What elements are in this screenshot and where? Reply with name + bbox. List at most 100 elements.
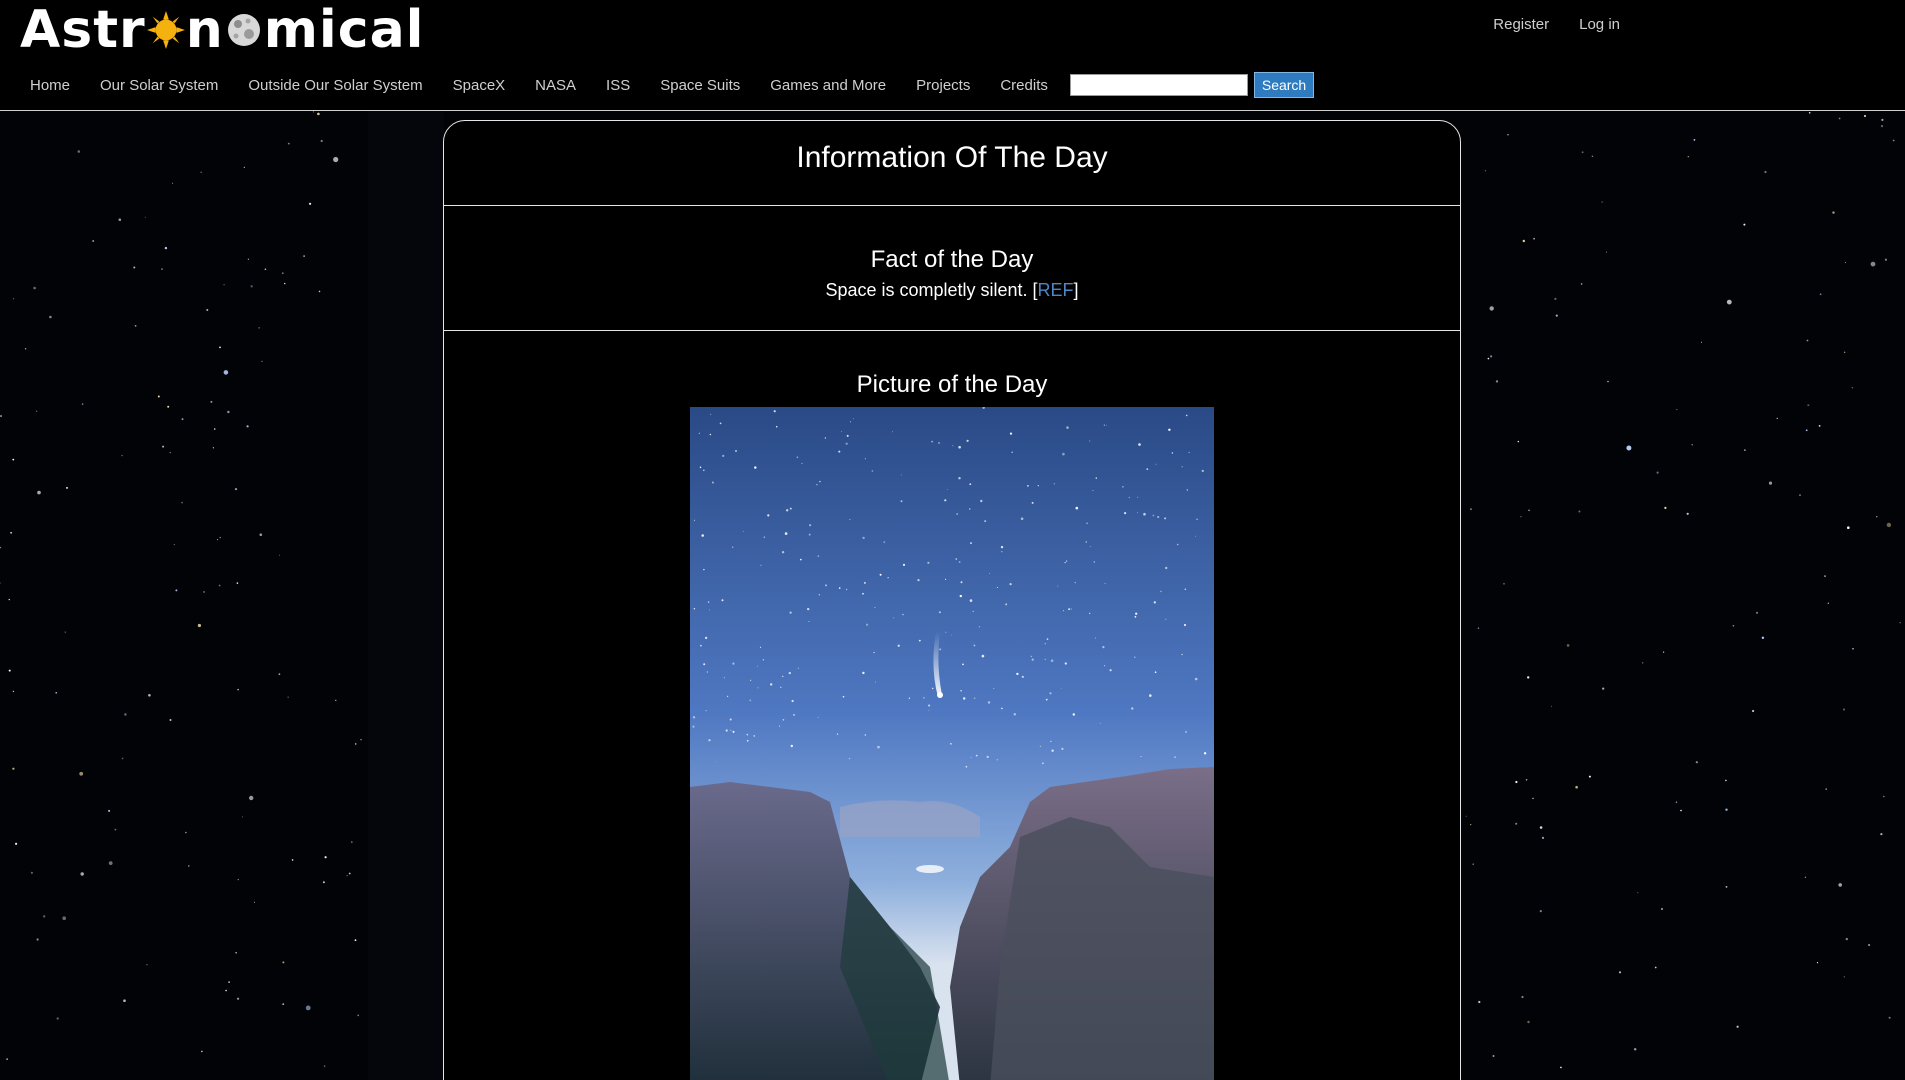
nav-item-credits[interactable]: Credits [988,77,1060,94]
sky-star [800,558,802,561]
star [217,539,219,541]
sky-star [1137,496,1139,498]
sky-star [825,584,827,587]
sky-star [732,662,735,665]
nav-item-iss[interactable]: ISS [594,77,642,94]
nav-item-games-and-more[interactable]: Games and More [758,77,898,94]
sky-star [1131,707,1134,710]
star [1686,512,1689,515]
star [169,719,172,721]
star [1521,995,1524,999]
star [1539,910,1542,913]
star [6,1058,8,1060]
site-logo[interactable]: Astr n mical [20,0,424,60]
sky-star [842,695,845,698]
star [79,771,84,776]
star [1818,425,1821,427]
star [0,582,1,584]
star [223,284,225,286]
sky-star [850,421,851,423]
star [1886,522,1892,528]
sky-star [1060,688,1062,689]
sky-star [846,434,849,437]
login-link[interactable]: Log in [1579,16,1620,33]
star [278,673,281,676]
sky-star [782,719,785,721]
star [181,418,184,421]
star [1581,151,1584,154]
nav-item-nasa[interactable]: NASA [523,77,588,94]
search-button[interactable]: Search [1253,72,1315,98]
star [346,875,348,877]
star [284,282,286,285]
star [37,490,41,495]
star [261,360,263,362]
star [1637,892,1639,894]
sky-star [996,587,998,588]
sky-star [1152,514,1155,517]
sky-star [877,745,880,749]
sky-star [786,509,789,512]
star [148,694,151,697]
sky-star [746,739,749,742]
star [92,240,95,242]
sky-star [793,713,795,716]
register-link[interactable]: Register [1493,16,1549,33]
star [1527,1020,1530,1024]
sky-star [1146,468,1149,470]
sky-star [1049,692,1052,695]
nav-item-space-suits[interactable]: Space Suits [648,77,752,94]
star [62,916,66,920]
sky-star [871,470,874,472]
sky-star [790,744,793,748]
nav-item-home[interactable]: Home [18,77,82,94]
star [1470,824,1472,826]
star [1656,471,1659,474]
sky-star [773,410,776,413]
star [1868,943,1871,947]
sky-star [1135,612,1138,615]
star [210,400,213,403]
sky-star [950,634,952,636]
account-links: Register Log in [1493,16,1620,33]
star [1844,261,1846,264]
sky-star [757,687,759,689]
sky-star [972,610,974,612]
star [114,828,117,831]
sky-star [711,481,714,484]
sky-star [887,577,889,579]
sky-star [928,709,930,711]
star [246,425,249,428]
sky-star [897,644,900,647]
star [13,298,15,300]
sky-star [958,477,961,480]
star [335,699,337,702]
page-title: Information Of The Day [796,141,1108,174]
star [172,182,174,184]
star [1578,510,1581,513]
sky-star [692,716,696,719]
sky-star [723,677,725,679]
search-input[interactable] [1069,74,1248,96]
sky-star [1181,466,1183,468]
sky-star [963,697,966,700]
sky-star [1044,643,1046,645]
nav-item-outside-our-solar-system[interactable]: Outside Our Solar System [236,77,434,94]
star [1575,785,1578,789]
sky-star [1196,518,1198,520]
ref-link[interactable]: REF [1038,280,1074,300]
sky-star [918,639,921,642]
star [157,395,160,398]
nav-item-projects[interactable]: Projects [904,77,982,94]
sky-star [908,697,911,699]
star [10,531,13,534]
sky-star [841,431,843,432]
sky-star [817,555,820,557]
sky-star [1195,535,1196,537]
sky-star [946,489,948,490]
sky-star [891,431,893,433]
star [250,285,253,288]
nav-item-spacex[interactable]: SpaceX [441,77,518,94]
sky-star [845,588,848,591]
nav-item-our-solar-system[interactable]: Our Solar System [88,77,230,94]
